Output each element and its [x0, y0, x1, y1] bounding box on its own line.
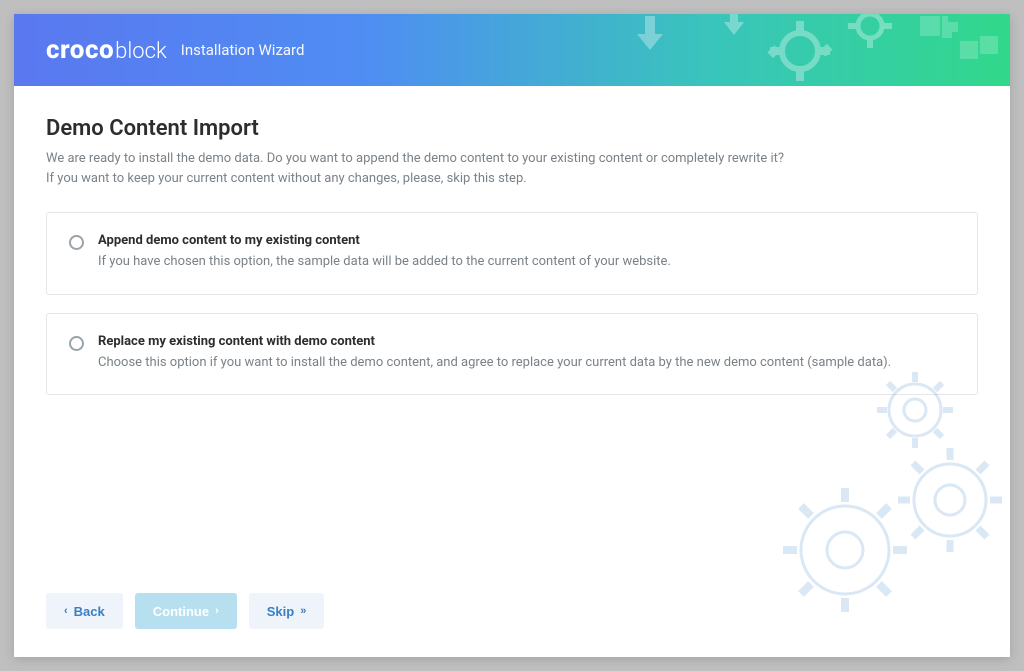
- app-window: croco block Installation Wizard: [14, 14, 1010, 657]
- logo: croco block: [46, 35, 167, 65]
- option-append[interactable]: Append demo content to my existing conte…: [46, 212, 978, 295]
- option-description: If you have chosen this option, the samp…: [98, 252, 955, 272]
- option-description: Choose this option if you want to instal…: [98, 353, 955, 373]
- option-title: Replace my existing content with demo co…: [98, 334, 955, 349]
- back-button-label: Back: [74, 604, 105, 619]
- page-description: We are ready to install the demo data. D…: [46, 149, 978, 188]
- radio-icon[interactable]: [69, 336, 84, 351]
- content-area: Demo Content Import We are ready to inst…: [14, 86, 1010, 575]
- option-title: Append demo content to my existing conte…: [98, 233, 955, 248]
- radio-icon[interactable]: [69, 235, 84, 250]
- header-bar: croco block Installation Wizard: [14, 14, 1010, 86]
- option-replace[interactable]: Replace my existing content with demo co…: [46, 313, 978, 396]
- footer-actions: ‹ Back Continue › Skip »: [14, 575, 1010, 657]
- logo-bold: croco: [46, 35, 114, 65]
- chevron-right-icon: ›: [215, 605, 219, 617]
- continue-button-label: Continue: [153, 604, 209, 619]
- continue-button[interactable]: Continue ›: [135, 593, 237, 629]
- back-button[interactable]: ‹ Back: [46, 593, 123, 629]
- chevron-double-right-icon: »: [300, 605, 306, 617]
- header-subtitle: Installation Wizard: [181, 41, 305, 59]
- chevron-left-icon: ‹: [64, 605, 68, 617]
- option-body: Append demo content to my existing conte…: [98, 233, 955, 272]
- skip-button[interactable]: Skip »: [249, 593, 325, 629]
- option-body: Replace my existing content with demo co…: [98, 334, 955, 373]
- skip-button-label: Skip: [267, 604, 294, 619]
- header-decoration-icon: [600, 14, 1010, 86]
- logo-light: block: [115, 39, 167, 64]
- page-title: Demo Content Import: [46, 116, 978, 141]
- page-description-line2: If you want to keep your current content…: [46, 169, 978, 189]
- page-description-line1: We are ready to install the demo data. D…: [46, 149, 978, 169]
